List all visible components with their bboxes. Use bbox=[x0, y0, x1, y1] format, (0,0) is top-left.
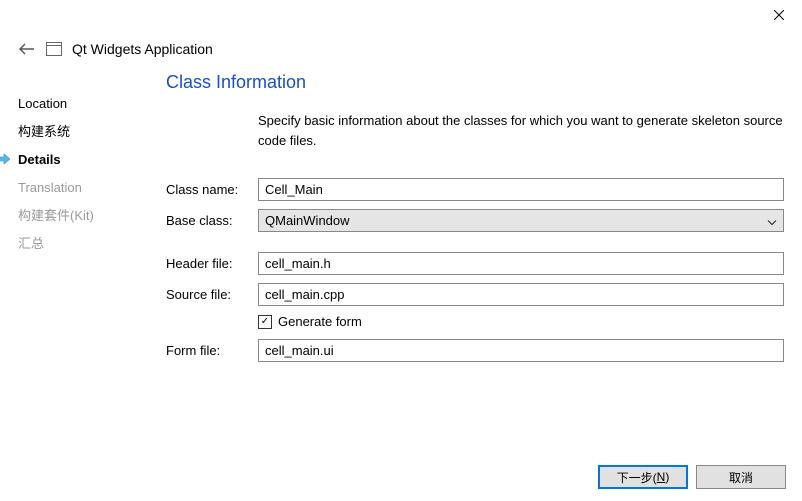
cancel-button-label: 取消 bbox=[729, 469, 753, 486]
chevron-down-icon bbox=[767, 213, 777, 228]
header: Qt Widgets Application bbox=[0, 40, 802, 68]
label-class-name: Class name: bbox=[166, 182, 258, 197]
sidebar-item-kits: 构建套件(Kit) bbox=[18, 202, 138, 230]
close-icon bbox=[774, 10, 784, 20]
content: Location 构建系统 Details Translation 构建套件(K… bbox=[0, 68, 802, 370]
form: Class name: Base class: QMainWindow Head… bbox=[166, 178, 784, 362]
footer: 下一步(N) 取消 bbox=[598, 465, 786, 489]
select-base-class-value: QMainWindow bbox=[265, 213, 350, 228]
next-button-prefix: 下一步( bbox=[617, 469, 657, 486]
sidebar-item-label: 构建系统 bbox=[18, 124, 70, 139]
label-generate-form: Generate form bbox=[278, 314, 362, 329]
label-source-file: Source file: bbox=[166, 287, 258, 302]
input-form-file[interactable] bbox=[258, 339, 784, 362]
input-header-file[interactable] bbox=[258, 252, 784, 275]
titlebar bbox=[0, 0, 802, 40]
input-class-name[interactable] bbox=[258, 178, 784, 201]
row-header-file: Header file: bbox=[166, 252, 784, 275]
sidebar-item-label: Details bbox=[18, 152, 61, 167]
arrow-left-icon bbox=[19, 43, 35, 55]
input-source-file[interactable] bbox=[258, 283, 784, 306]
label-base-class: Base class: bbox=[166, 213, 258, 228]
row-form-file: Form file: bbox=[166, 339, 784, 362]
sidebar-item-translation: Translation bbox=[18, 174, 138, 202]
main-panel: Class Information Specify basic informat… bbox=[166, 68, 784, 370]
row-class-name: Class name: bbox=[166, 178, 784, 201]
sidebar-item-location[interactable]: Location bbox=[18, 90, 138, 118]
cancel-button[interactable]: 取消 bbox=[696, 465, 786, 489]
window-icon bbox=[46, 42, 62, 56]
row-source-file: Source file: bbox=[166, 283, 784, 306]
back-button[interactable] bbox=[18, 40, 36, 58]
sidebar-item-label: 汇总 bbox=[18, 236, 44, 251]
label-form-file: Form file: bbox=[166, 343, 258, 358]
select-base-class[interactable]: QMainWindow bbox=[258, 209, 784, 232]
close-button[interactable] bbox=[756, 0, 802, 30]
sidebar-item-buildsystem[interactable]: 构建系统 bbox=[18, 118, 138, 146]
sidebar-item-label: Location bbox=[18, 96, 67, 111]
section-title: Class Information bbox=[166, 72, 784, 93]
row-generate-form: ✓ Generate form bbox=[166, 314, 784, 329]
checkbox-generate-form[interactable]: ✓ bbox=[258, 315, 272, 329]
sidebar-item-details[interactable]: Details bbox=[18, 146, 138, 174]
label-header-file: Header file: bbox=[166, 256, 258, 271]
sidebar-item-label: 构建套件(Kit) bbox=[18, 208, 94, 223]
next-button-key: N bbox=[657, 470, 666, 484]
checkmark-icon: ✓ bbox=[261, 316, 269, 327]
sidebar-item-summary: 汇总 bbox=[18, 230, 138, 258]
app-title: Qt Widgets Application bbox=[72, 41, 213, 57]
next-button[interactable]: 下一步(N) bbox=[598, 465, 688, 489]
sidebar: Location 构建系统 Details Translation 构建套件(K… bbox=[18, 68, 138, 370]
sidebar-item-label: Translation bbox=[18, 180, 82, 195]
next-button-suffix: ) bbox=[665, 470, 669, 484]
current-step-indicator-icon bbox=[0, 152, 10, 170]
row-base-class: Base class: QMainWindow bbox=[166, 209, 784, 232]
section-description: Specify basic information about the clas… bbox=[166, 111, 784, 150]
